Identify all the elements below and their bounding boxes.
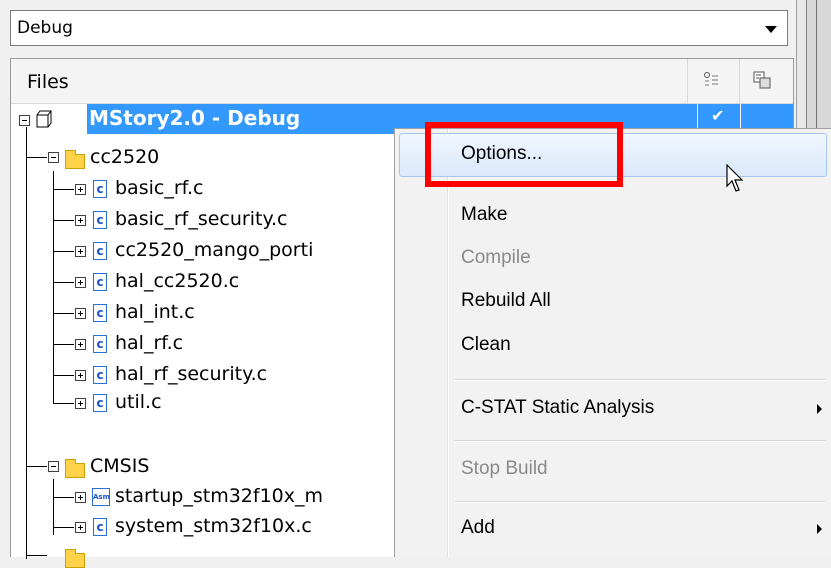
submenu-arrow-icon (817, 524, 822, 534)
header-divider (687, 59, 688, 103)
tree-line (53, 189, 74, 190)
menu-item-add[interactable]: Add (461, 517, 495, 539)
tree-line (53, 171, 54, 403)
tree-line (53, 251, 74, 252)
project-label[interactable]: MStory2.0 - Debug (89, 106, 300, 130)
project-cube-icon (36, 110, 52, 128)
tree-line (53, 375, 74, 376)
tree-item-label[interactable]: hal_cc2520.c (115, 270, 239, 292)
folder-icon (65, 150, 85, 169)
menu-separator (455, 501, 825, 503)
tree-item-label[interactable]: hal_rf_security.c (115, 363, 267, 385)
tree-item-label[interactable]: basic_rf_security.c (115, 208, 287, 230)
tree-line (53, 527, 74, 528)
c-file-icon: c (93, 211, 107, 229)
tree-line (53, 497, 74, 498)
tree-item-label[interactable]: startup_stm32f10x_m (115, 485, 323, 507)
c-file-icon: c (93, 366, 107, 384)
highlight-annotation (425, 122, 623, 187)
context-menu: Options... Make Compile Rebuild All Clea… (394, 128, 831, 557)
expand-icon[interactable] (75, 398, 86, 409)
tree-item-label[interactable]: cc2520 (90, 146, 159, 168)
build-status-icon[interactable] (703, 71, 725, 91)
menu-item-compile: Compile (461, 247, 531, 268)
tree-item-label[interactable]: cc2520_mango_porti (115, 239, 313, 261)
menu-item-rebuild-all[interactable]: Rebuild All (461, 290, 551, 312)
asm-file-icon: Asm (92, 488, 110, 506)
expand-icon[interactable] (75, 184, 86, 195)
files-header: Files (11, 59, 793, 104)
tree-item-label[interactable]: hal_int.c (115, 301, 195, 323)
header-divider (739, 59, 740, 103)
folder-icon (65, 459, 85, 478)
tree-line (26, 157, 47, 158)
tree-item-label[interactable]: system_stm32f10x.c (115, 515, 312, 537)
tree-item-label[interactable]: basic_rf.c (115, 177, 203, 199)
tree-line (26, 127, 27, 559)
mouse-cursor-icon (726, 164, 744, 192)
c-file-icon: c (93, 242, 107, 260)
folder-icon (65, 549, 85, 568)
tree-line (53, 220, 74, 221)
expand-icon[interactable] (75, 246, 86, 257)
expand-icon[interactable] (75, 492, 86, 503)
tree-line (53, 282, 74, 283)
chevron-down-icon[interactable] (765, 26, 777, 33)
expand-icon[interactable] (75, 339, 86, 350)
expand-icon[interactable] (75, 308, 86, 319)
menu-item-make[interactable]: Make (461, 204, 507, 226)
expand-icon[interactable] (75, 522, 86, 533)
menu-item-stop-build: Stop Build (461, 458, 548, 479)
tree-line (53, 313, 74, 314)
tree-line (53, 403, 74, 404)
c-file-icon: c (93, 335, 107, 353)
tree-line (26, 555, 47, 556)
options-icon[interactable] (753, 71, 775, 91)
expand-icon[interactable] (75, 370, 86, 381)
expand-icon[interactable] (75, 277, 86, 288)
c-file-icon: c (93, 518, 107, 536)
menu-separator (455, 379, 825, 381)
files-header-title[interactable]: Files (27, 71, 69, 93)
collapse-icon[interactable] (19, 115, 30, 126)
tree-item-label[interactable]: util.c (115, 391, 162, 413)
c-file-icon: c (93, 304, 107, 322)
tree-item-label[interactable]: hal_rf.c (115, 332, 183, 354)
expand-icon[interactable] (75, 215, 86, 226)
submenu-arrow-icon (817, 404, 822, 414)
collapse-icon[interactable] (48, 152, 59, 163)
menu-item-cstat[interactable]: C-STAT Static Analysis (461, 397, 654, 419)
c-file-icon: c (93, 394, 107, 412)
c-file-icon: c (93, 273, 107, 291)
configuration-dropdown[interactable]: Debug (10, 10, 788, 46)
menu-separator (455, 440, 825, 442)
tree-item-label[interactable]: CMSIS (90, 455, 149, 477)
c-file-icon: c (93, 180, 107, 198)
menu-gutter (448, 129, 449, 557)
configuration-value: Debug (17, 18, 73, 38)
menu-item-clean[interactable]: Clean (461, 334, 511, 356)
tree-line (26, 466, 47, 467)
tree-line (53, 344, 74, 345)
collapse-icon[interactable] (48, 461, 59, 472)
